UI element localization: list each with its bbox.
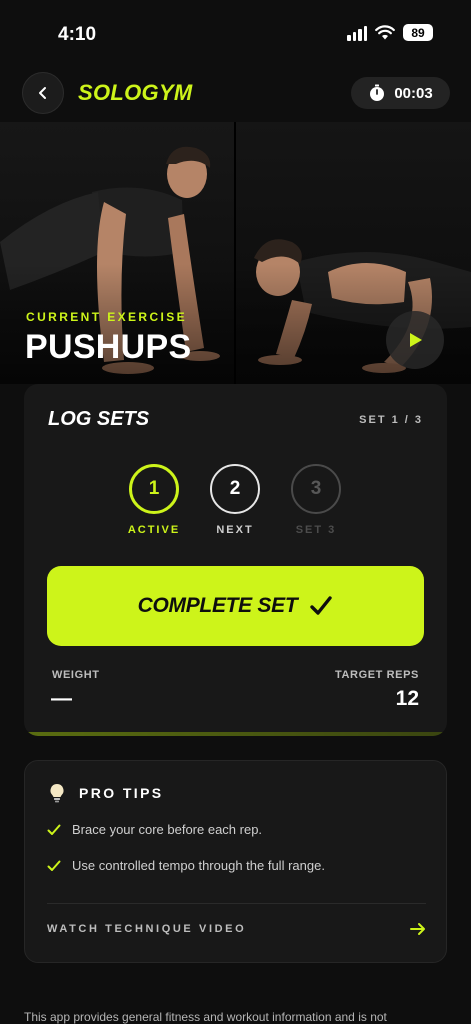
set-step-3-circle: 3 bbox=[291, 464, 341, 514]
complete-set-button[interactable]: COMPLETE SET bbox=[47, 566, 424, 646]
set-step-2-label: NEXT bbox=[216, 524, 254, 536]
play-video-button[interactable] bbox=[386, 311, 444, 369]
log-sets-card: LOG SETS SET 1 / 3 1 ACTIVE 2 NEXT 3 SET… bbox=[24, 384, 447, 736]
status-icons: 89 bbox=[347, 24, 433, 41]
complete-set-label: COMPLETE SET bbox=[137, 594, 298, 617]
status-bar: 4:10 89 bbox=[0, 0, 471, 68]
set-step-1-label: ACTIVE bbox=[127, 524, 181, 536]
pro-tips-header: PRO TIPS bbox=[49, 783, 164, 803]
tip-text: Brace your core before each rep. bbox=[72, 822, 263, 837]
arrow-right-icon bbox=[410, 923, 425, 935]
back-button[interactable] bbox=[22, 72, 64, 114]
play-icon bbox=[410, 333, 422, 347]
set-step-3-label: SET 3 bbox=[295, 524, 337, 536]
set-step-2[interactable]: 2 NEXT bbox=[195, 464, 275, 536]
pro-tips-title: PRO TIPS bbox=[79, 785, 164, 801]
weight-value[interactable]: — bbox=[51, 687, 72, 711]
weight-label: WEIGHT bbox=[52, 669, 100, 681]
tip-item: Use controlled tempo through the full ra… bbox=[47, 858, 325, 873]
timer-value: 00:03 bbox=[394, 84, 433, 102]
set-step-1-circle: 1 bbox=[129, 464, 179, 514]
lightbulb-icon bbox=[50, 784, 64, 803]
check-icon bbox=[47, 860, 61, 871]
exercise-title: PUSHUPS bbox=[25, 328, 192, 366]
target-reps-value[interactable]: 12 bbox=[396, 687, 419, 711]
target-reps-label: TARGET REPS bbox=[334, 669, 419, 681]
brand-logo: SOLOGYM bbox=[78, 80, 193, 105]
set-step-3[interactable]: 3 SET 3 bbox=[276, 464, 356, 536]
card-accent-bar bbox=[24, 732, 447, 736]
status-time: 4:10 bbox=[58, 24, 97, 45]
tip-item: Brace your core before each rep. bbox=[47, 822, 262, 837]
watch-technique-video-label: WATCH TECHNIQUE VIDEO bbox=[47, 923, 247, 935]
check-icon bbox=[310, 596, 333, 615]
workout-timer[interactable]: 00:03 bbox=[351, 77, 450, 109]
chevron-left-icon bbox=[39, 87, 46, 99]
top-header: SOLOGYM 00:03 bbox=[0, 72, 471, 116]
stopwatch-icon bbox=[370, 84, 385, 101]
signal-icon bbox=[347, 25, 367, 41]
disclaimer-text: This app provides general fitness and wo… bbox=[24, 1010, 387, 1024]
set-step-1[interactable]: 1 ACTIVE bbox=[114, 464, 194, 536]
pro-tips-card: PRO TIPS Brace your core before each rep… bbox=[24, 760, 447, 963]
set-step-2-circle: 2 bbox=[210, 464, 260, 514]
tip-text: Use controlled tempo through the full ra… bbox=[72, 858, 325, 873]
wifi-icon bbox=[375, 25, 395, 40]
exercise-hero: CURRENT EXERCISE PUSHUPS bbox=[0, 122, 471, 384]
watch-technique-video-link[interactable]: WATCH TECHNIQUE VIDEO bbox=[47, 916, 426, 942]
log-sets-title: LOG SETS bbox=[48, 408, 150, 430]
tips-divider bbox=[47, 903, 426, 904]
current-exercise-label: CURRENT EXERCISE bbox=[26, 310, 188, 324]
check-icon bbox=[47, 824, 61, 835]
battery-indicator: 89 bbox=[403, 24, 433, 41]
set-counter: SET 1 / 3 bbox=[359, 414, 423, 426]
